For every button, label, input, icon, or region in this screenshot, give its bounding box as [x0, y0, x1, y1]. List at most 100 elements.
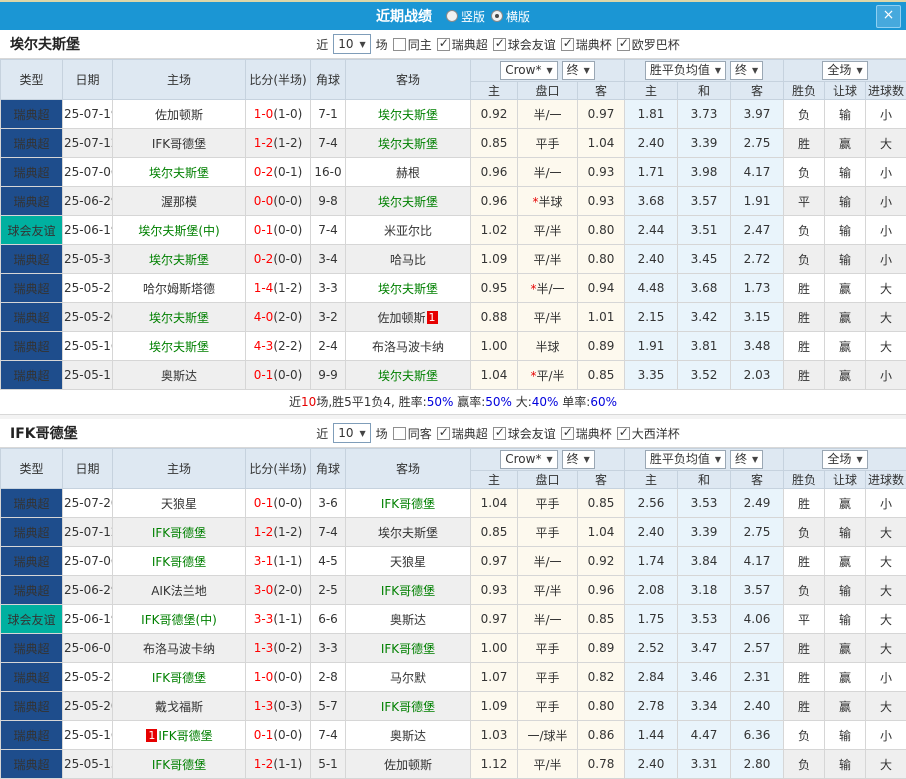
competition-label: 大西洋杯 [632, 425, 680, 442]
avg-draw-odds: 3.53 [678, 605, 731, 634]
avg-home-odds: 1.44 [625, 721, 678, 750]
fulltime-score: 3-0 [254, 583, 274, 597]
wdl-avg-dropdown[interactable]: 胜平负均值▼ [645, 450, 726, 469]
wdl-avg-dropdown[interactable]: 胜平负均值▼ [645, 61, 726, 80]
col-corner: 角球 [311, 60, 346, 100]
crow-dropdown[interactable]: Crow*▼ [500, 450, 557, 469]
crow-home-odds: 0.96 [471, 187, 518, 216]
summary-row: 近10场,胜5平1负4, 胜率:50% 赢率:50% 大:40% 单率:60% [0, 390, 906, 415]
home-team-cell: IFK哥德堡 [113, 129, 246, 158]
titlebar: 近期战绩 竖版 横版 × [0, 2, 906, 30]
away-team-cell: 埃尔夫斯堡 [346, 100, 471, 129]
crow-away-odds: 0.80 [578, 692, 625, 721]
date-cell: 25-07-20 [63, 489, 113, 518]
avg-away-odds: 2.57 [731, 634, 784, 663]
sub-col-handicap: 盘口 [518, 471, 578, 489]
result-wdl-cell: 负 [784, 100, 825, 129]
crow-away-odds: 0.97 [578, 100, 625, 129]
crow-home-odds: 0.85 [471, 518, 518, 547]
match-count-select[interactable]: 10▼ [333, 423, 370, 443]
sub-col-avg-away: 客 [731, 471, 784, 489]
competition-filter[interactable]: 瑞典杯 [561, 425, 612, 442]
layout-vertical-option[interactable]: 竖版 [446, 8, 485, 25]
radio-vertical-icon[interactable] [446, 10, 458, 22]
corner-cell: 7-4 [311, 721, 346, 750]
home-team-name: IFK哥德堡 [152, 555, 206, 569]
same-venue-checkbox[interactable] [393, 427, 406, 440]
home-team-name: IFK哥德堡 [152, 758, 206, 772]
competition-filter[interactable]: 瑞典超 [437, 36, 488, 53]
crow-away-odds: 0.82 [578, 663, 625, 692]
crow-dropdown[interactable]: Crow*▼ [500, 61, 557, 80]
result-handicap-cell: 输 [825, 518, 866, 547]
match-row: 瑞典超25-07-19佐加顿斯1-0(1-0)7-1埃尔夫斯堡0.92半/一0.… [1, 100, 906, 129]
score-cell: 1-2(1-2) [246, 129, 311, 158]
crow-final-dropdown[interactable]: 终▼ [562, 61, 595, 80]
avg-away-odds: 4.06 [731, 605, 784, 634]
competition-checkbox[interactable] [561, 38, 574, 51]
match-row: 瑞典超25-07-06埃尔夫斯堡0-2(0-1)16-0赫根0.96半/一0.9… [1, 158, 906, 187]
close-button[interactable]: × [876, 5, 901, 28]
league-cell: 瑞典超 [1, 721, 63, 750]
competition-filter[interactable]: 球会友谊 [493, 425, 556, 442]
score-cell: 1-2(1-1) [246, 750, 311, 779]
handicap-text: 平/半 [533, 224, 561, 238]
fulltime-dropdown[interactable]: 全场▼ [822, 450, 867, 469]
competition-checkbox[interactable] [617, 38, 630, 51]
avg-away-odds: 1.91 [731, 187, 784, 216]
away-team-cell: IFK哥德堡 [346, 634, 471, 663]
competition-checkbox[interactable] [561, 427, 574, 440]
wdl-final-dropdown[interactable]: 终▼ [730, 450, 763, 469]
competition-filter[interactable]: 球会友谊 [493, 36, 556, 53]
result-handicap-cell: 赢 [825, 303, 866, 332]
score-cell: 3-1(1-1) [246, 547, 311, 576]
chevron-down-icon: ▼ [752, 451, 758, 468]
match-count-select[interactable]: 10▼ [333, 34, 370, 54]
handicap-cell: 平/半 [518, 303, 578, 332]
home-team-cell: 天狼星 [113, 489, 246, 518]
sub-col-avg-away: 客 [731, 82, 784, 100]
corner-cell: 3-4 [311, 245, 346, 274]
competition-checkbox[interactable] [617, 427, 630, 440]
result-handicap-cell: 输 [825, 721, 866, 750]
competition-checkbox[interactable] [493, 427, 506, 440]
away-team-name: IFK哥德堡 [381, 700, 435, 714]
crow-away-odds: 0.94 [578, 274, 625, 303]
competition-checkbox[interactable] [493, 38, 506, 51]
competition-checkbox[interactable] [437, 38, 450, 51]
competition-checkbox[interactable] [437, 427, 450, 440]
col-home: 主场 [113, 449, 246, 489]
competition-filter[interactable]: 瑞典杯 [561, 36, 612, 53]
wdl-final-dropdown[interactable]: 终▼ [730, 61, 763, 80]
same-venue-filter[interactable]: 同主 [393, 36, 432, 53]
score-cell: 0-1(0-0) [246, 489, 311, 518]
result-handicap-cell: 输 [825, 750, 866, 779]
competition-filter[interactable]: 欧罗巴杯 [617, 36, 680, 53]
competition-filter[interactable]: 大西洋杯 [617, 425, 680, 442]
avg-draw-odds: 3.31 [678, 750, 731, 779]
date-cell: 25-05-31 [63, 245, 113, 274]
same-venue-checkbox[interactable] [393, 38, 406, 51]
halftime-score: (0-2) [273, 641, 302, 655]
team-title: 埃尔夫斯堡 [10, 34, 80, 54]
layout-horizontal-option[interactable]: 横版 [491, 8, 530, 25]
away-team-cell: 哈马比 [346, 245, 471, 274]
same-venue-filter[interactable]: 同客 [393, 425, 432, 442]
halftime-score: (0-0) [273, 496, 302, 510]
competition-filter[interactable]: 瑞典超 [437, 425, 488, 442]
crow-final-dropdown[interactable]: 终▼ [562, 450, 595, 469]
avg-draw-odds: 3.45 [678, 245, 731, 274]
match-row: 瑞典超25-07-06IFK哥德堡3-1(1-1)4-5天狼星0.97半/一0.… [1, 547, 906, 576]
home-team-name: 天狼星 [161, 497, 197, 511]
match-row: 瑞典超25-06-29渥那模0-0(0-0)9-8埃尔夫斯堡0.96*半球0.9… [1, 187, 906, 216]
col-away: 客场 [346, 449, 471, 489]
result-handicap-cell: 赢 [825, 129, 866, 158]
avg-away-odds: 2.72 [731, 245, 784, 274]
away-team-name: 奥斯达 [390, 729, 426, 743]
fulltime-dropdown[interactable]: 全场▼ [822, 61, 867, 80]
crow-dropdown-label: Crow* [505, 62, 541, 79]
date-cell: 25-06-29 [63, 187, 113, 216]
radio-horizontal-icon[interactable] [491, 10, 503, 22]
avg-home-odds: 2.40 [625, 245, 678, 274]
home-team-cell: 奥斯达 [113, 361, 246, 390]
